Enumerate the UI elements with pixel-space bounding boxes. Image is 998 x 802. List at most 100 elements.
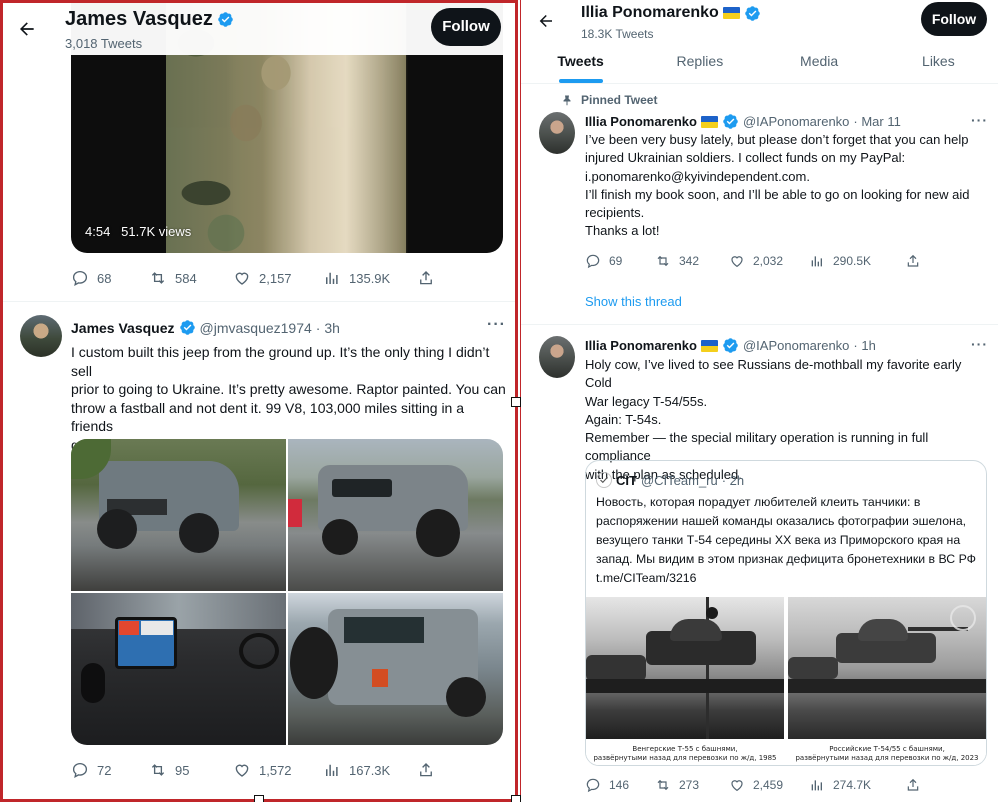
views-count: 290.5K [833, 254, 872, 268]
author-name[interactable]: Illia Ponomarenko [585, 114, 697, 129]
header-name: Illia Ponomarenko [581, 4, 719, 21]
like-count: 1,572 [259, 762, 292, 778]
author-handle[interactable]: @IAPonomarenko [743, 338, 849, 353]
tweet-time[interactable]: · Mar 11 [853, 114, 900, 129]
tab-label: Media [800, 53, 839, 69]
more-options-icon[interactable]: ··· [971, 336, 988, 352]
ukraine-flag-icon [700, 339, 718, 352]
author-handle[interactable]: @jmvasquez1974 [200, 320, 312, 336]
share-action[interactable] [905, 253, 921, 269]
tweet-text: I custom built this jeep from the ground… [71, 344, 506, 453]
views-action[interactable]: 274.7K [809, 777, 905, 793]
ukraine-flag-icon [700, 115, 718, 128]
like-count: 2,157 [259, 270, 292, 286]
reply-action[interactable]: 69 [585, 253, 655, 269]
jeep-photo-side[interactable] [288, 439, 503, 591]
ukraine-flag-icon [722, 7, 740, 19]
header-tweet-count: 18.3K Tweets [581, 27, 654, 41]
pinned-text: Pinned Tweet [581, 93, 658, 107]
like-action[interactable]: 2,459 [729, 777, 809, 793]
tweet-divider [521, 324, 998, 325]
jeep-photo-front[interactable] [71, 439, 286, 591]
jeep-tweet-actions: 72 95 1,572 167.3K [71, 761, 491, 779]
retweet-action[interactable]: 95 [149, 761, 233, 779]
like-action[interactable]: 1,572 [233, 761, 323, 779]
tweet-time[interactable]: · 1h [853, 338, 875, 353]
heart-icon [731, 256, 743, 268]
tab-label: Tweets [557, 53, 604, 69]
quoted-tweet[interactable]: CIT @CITeam_ru · 2h Новость, которая пор… [585, 460, 987, 766]
share-action[interactable] [417, 269, 435, 287]
retweet-action[interactable]: 584 [149, 269, 233, 287]
splitter-handle-corner[interactable] [511, 795, 521, 802]
follow-button[interactable]: Follow [431, 8, 501, 46]
author-handle[interactable]: @IAPonomarenko [743, 114, 849, 129]
like-action[interactable]: 2,157 [233, 269, 323, 287]
share-icon [907, 778, 919, 791]
views-action[interactable]: 135.9K [323, 269, 417, 287]
like-action[interactable]: 2,032 [729, 253, 809, 269]
reply-count: 146 [609, 778, 630, 792]
tab-label: Replies [676, 53, 724, 69]
back-button[interactable] [537, 12, 555, 34]
tab-tweets[interactable]: Tweets [521, 44, 640, 83]
cit-logo-icon [596, 472, 612, 488]
splitter-handle[interactable] [511, 397, 521, 407]
quote-header: CIT @CITeam_ru · 2h [596, 472, 744, 488]
heart-icon [731, 780, 743, 792]
share-icon [420, 763, 432, 777]
retweet-action[interactable]: 342 [655, 253, 729, 269]
tank-photo-1985[interactable]: Венгерские Т-55 с башнями, развёрнутыми … [586, 597, 784, 765]
share-action[interactable] [905, 777, 921, 793]
back-button[interactable] [17, 19, 37, 43]
heart-icon [235, 272, 249, 285]
jeep-photo-rear[interactable] [288, 593, 503, 745]
reply-count: 69 [609, 254, 623, 268]
like-count: 2,032 [753, 254, 784, 268]
views-action[interactable]: 167.3K [323, 761, 417, 779]
retweet-action[interactable]: 273 [655, 777, 729, 793]
tweet-time[interactable]: · 3h [316, 320, 340, 336]
reply-action[interactable]: 68 [71, 269, 149, 287]
avatar[interactable] [539, 112, 575, 154]
pin-icon [563, 95, 571, 106]
views-count: 274.7K [833, 778, 872, 792]
quote-author-name[interactable]: CIT [616, 473, 637, 488]
caption-right: Российские Т-54/55 с башнями, развёрнуты… [795, 745, 979, 762]
jeep-photo-interior[interactable] [71, 593, 286, 745]
tank-photo-2023[interactable]: Российские Т-54/55 с башнями, развёрнуты… [788, 597, 986, 765]
avatar[interactable] [539, 336, 575, 378]
more-options-icon[interactable]: ··· [487, 316, 506, 334]
quote-time[interactable]: · 2h [722, 473, 744, 488]
reply-action[interactable]: 146 [585, 777, 655, 793]
reply-count: 68 [97, 270, 112, 286]
reply-icon [586, 254, 600, 269]
tweet-header: Illia Ponomarenko @IAPonomarenko · Mar 1… [585, 113, 901, 130]
tweet-photo-grid[interactable] [71, 439, 503, 745]
reply-icon [72, 270, 88, 287]
video-meta: 4:54 51.7K views [85, 224, 191, 239]
views-action[interactable]: 290.5K [809, 253, 905, 269]
follow-button[interactable]: Follow [921, 2, 987, 36]
quote-media[interactable]: Венгерские Т-55 с башнями, развёрнутыми … [586, 597, 986, 765]
tweet-header: Illia Ponomarenko @IAPonomarenko · 1h [585, 337, 876, 354]
quote-text: Новость, которая порадует любителей клеи… [596, 495, 976, 585]
author-name[interactable]: Illia Ponomarenko [585, 338, 697, 353]
tab-media[interactable]: Media [760, 44, 879, 83]
reply-action[interactable]: 72 [71, 761, 149, 779]
active-tab-indicator [558, 79, 603, 83]
verified-badge-icon [218, 12, 233, 27]
show-thread-link[interactable]: Show this thread [585, 294, 682, 309]
like-count: 2,459 [753, 778, 784, 792]
video-tweet-actions: 68 584 2,157 135.9K [71, 269, 491, 287]
quote-author-handle[interactable]: @CITeam_ru [641, 473, 718, 488]
share-action[interactable] [417, 761, 435, 779]
tab-likes[interactable]: Likes [879, 44, 998, 83]
avatar[interactable] [20, 315, 62, 357]
retweet-count: 584 [175, 270, 197, 286]
tab-replies[interactable]: Replies [640, 44, 759, 83]
splitter-handle-bottom[interactable] [254, 795, 264, 802]
tweet2-actions: 146 273 2,459 274.7K [585, 777, 975, 793]
author-name[interactable]: James Vasquez [71, 320, 175, 336]
more-options-icon[interactable]: ··· [971, 112, 988, 128]
